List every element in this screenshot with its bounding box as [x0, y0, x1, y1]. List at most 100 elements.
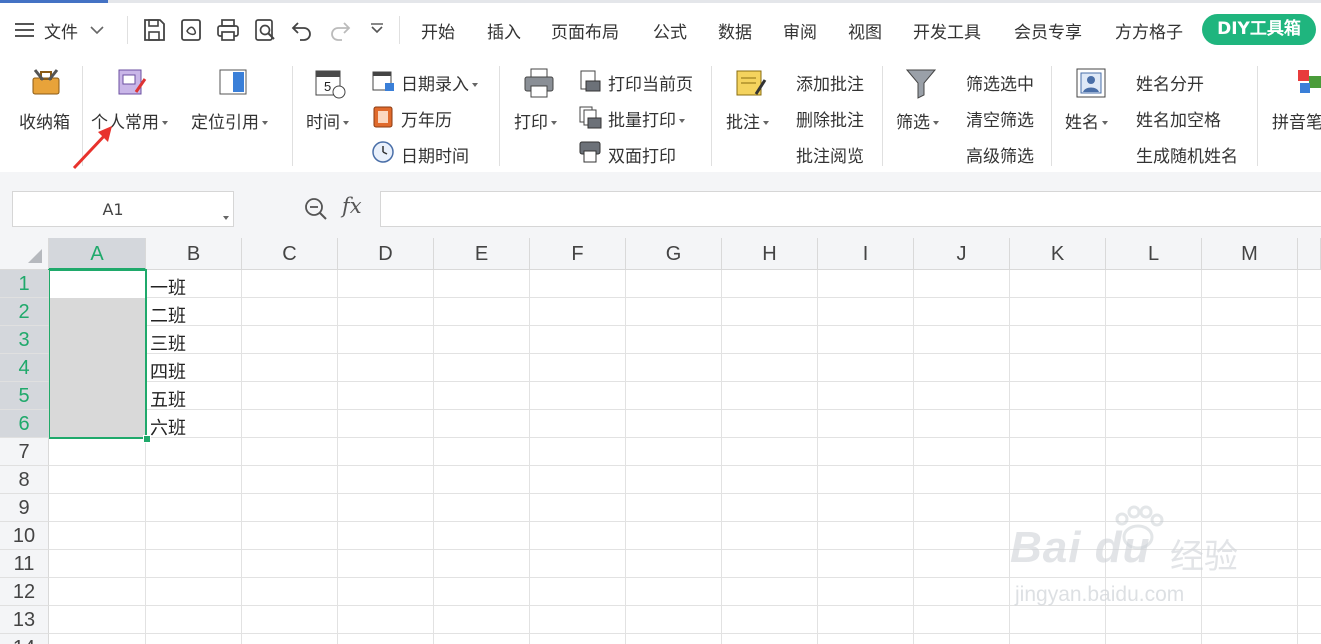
undo-icon[interactable]: [289, 17, 315, 43]
print-current-page-icon[interactable]: [578, 69, 602, 93]
duplex-print-button[interactable]: 双面打印: [608, 142, 676, 167]
view-comment-button[interactable]: 批注阅览: [796, 142, 864, 167]
redo-icon[interactable]: [327, 17, 353, 43]
row-header-9[interactable]: 9: [0, 494, 49, 522]
save-icon[interactable]: [141, 17, 167, 43]
column-header-d[interactable]: D: [338, 238, 434, 270]
row-header-7[interactable]: 7: [0, 438, 49, 466]
export-pdf-icon[interactable]: [178, 17, 204, 43]
date-entry-button[interactable]: 日期录入: [401, 70, 478, 95]
calendar-time-icon[interactable]: 5: [313, 66, 347, 100]
column-header-j[interactable]: J: [914, 238, 1010, 270]
tab-review[interactable]: 审阅: [783, 18, 817, 43]
name-button[interactable]: 姓名: [1065, 108, 1108, 133]
row-header-12[interactable]: 12: [0, 578, 49, 606]
tab-formulas[interactable]: 公式: [653, 18, 687, 43]
tab-developer[interactable]: 开发工具: [913, 18, 981, 43]
cell-b5[interactable]: 五班: [150, 386, 186, 412]
column-header-n[interactable]: [1298, 238, 1321, 270]
file-menu[interactable]: 文件: [14, 14, 106, 46]
clear-filter-button[interactable]: 清空筛选: [966, 106, 1034, 131]
clock-icon[interactable]: [371, 140, 395, 164]
toolbox-icon[interactable]: [30, 66, 62, 98]
column-header-e[interactable]: E: [434, 238, 530, 270]
random-name-button[interactable]: 生成随机姓名: [1136, 142, 1238, 167]
print-button[interactable]: 打印: [514, 108, 557, 133]
cell-b6[interactable]: 六班: [150, 414, 186, 440]
column-header-l[interactable]: L: [1106, 238, 1202, 270]
batch-print-icon[interactable]: [578, 105, 602, 129]
comment-icon[interactable]: [734, 66, 768, 100]
locate-reference-icon[interactable]: [217, 66, 249, 98]
column-header-a[interactable]: A: [49, 238, 146, 270]
row-header-13[interactable]: 13: [0, 606, 49, 634]
cell-b3[interactable]: 三班: [150, 330, 186, 356]
tab-insert[interactable]: 插入: [487, 18, 521, 43]
datetime-button[interactable]: 日期时间: [401, 142, 469, 167]
cell-b1[interactable]: 一班: [150, 274, 186, 300]
row-header-11[interactable]: 11: [0, 550, 49, 578]
tab-diy-toolbox[interactable]: DIY工具箱: [1202, 14, 1316, 45]
name-box[interactable]: A1: [12, 191, 234, 227]
row-header-8[interactable]: 8: [0, 466, 49, 494]
tab-home[interactable]: 开始: [421, 18, 455, 43]
tab-member[interactable]: 会员专享: [1014, 18, 1082, 43]
contact-card-icon[interactable]: [1074, 66, 1108, 100]
date-entry-icon[interactable]: [371, 69, 395, 93]
column-header-c[interactable]: C: [242, 238, 338, 270]
row-header-14[interactable]: 14: [0, 634, 49, 644]
personal-tools-icon[interactable]: [116, 66, 148, 98]
tab-fangfang[interactable]: 方方格子: [1115, 18, 1183, 43]
filter-selected-button[interactable]: 筛选选中: [966, 70, 1034, 95]
filter-icon[interactable]: [904, 66, 938, 100]
column-header-g[interactable]: G: [626, 238, 722, 270]
tab-page-layout[interactable]: 页面布局: [551, 18, 619, 43]
advanced-filter-button[interactable]: 高级筛选: [966, 142, 1034, 167]
print-icon[interactable]: [522, 66, 556, 100]
select-all-corner[interactable]: [0, 238, 49, 270]
tab-view[interactable]: 视图: [848, 18, 882, 43]
comment-button[interactable]: 批注: [726, 108, 769, 133]
toolbox-button[interactable]: 收纳箱: [19, 108, 70, 133]
row-header-6[interactable]: 6: [0, 410, 49, 438]
printer-icon[interactable]: [215, 17, 241, 43]
column-header-k[interactable]: K: [1010, 238, 1106, 270]
customize-toolbar-icon[interactable]: [367, 22, 387, 38]
batch-print-button[interactable]: 批量打印: [608, 106, 685, 131]
column-header-m[interactable]: M: [1202, 238, 1298, 270]
caret-down-icon[interactable]: [220, 207, 229, 226]
tab-data[interactable]: 数据: [718, 18, 752, 43]
print-current-page-button[interactable]: 打印当前页: [608, 70, 693, 95]
pinyin-icon[interactable]: [1296, 66, 1321, 100]
name-add-space-button[interactable]: 姓名加空格: [1136, 106, 1221, 131]
zoom-icon[interactable]: [303, 196, 329, 222]
print-preview-icon[interactable]: [252, 17, 278, 43]
filter-button[interactable]: 筛选: [896, 108, 939, 133]
row-header-2[interactable]: 2: [0, 298, 49, 326]
delete-comment-button[interactable]: 删除批注: [796, 106, 864, 131]
duplex-print-icon[interactable]: [578, 140, 602, 164]
hamburger-icon[interactable]: [14, 21, 36, 39]
split-name-button[interactable]: 姓名分开: [1136, 70, 1204, 95]
fx-button[interactable]: fx: [342, 194, 362, 218]
add-comment-button[interactable]: 添加批注: [796, 70, 864, 95]
row-header-10[interactable]: 10: [0, 522, 49, 550]
formula-input[interactable]: [380, 191, 1321, 227]
row-header-3[interactable]: 3: [0, 326, 49, 354]
perpetual-calendar-icon[interactable]: [371, 105, 395, 129]
row-header-4[interactable]: 4: [0, 354, 49, 382]
cell-b4[interactable]: 四班: [150, 358, 186, 384]
locate-reference-button[interactable]: 定位引用: [191, 108, 268, 133]
column-header-b[interactable]: B: [146, 238, 242, 270]
chevron-down-icon[interactable]: [88, 24, 106, 36]
perpetual-calendar-button[interactable]: 万年历: [401, 106, 452, 131]
file-menu-label[interactable]: 文件: [44, 18, 78, 43]
time-button[interactable]: 时间: [306, 108, 349, 133]
column-header-h[interactable]: H: [722, 238, 818, 270]
column-header-f[interactable]: F: [530, 238, 626, 270]
column-header-i[interactable]: I: [818, 238, 914, 270]
pinyin-button[interactable]: 拼音笔: [1272, 108, 1321, 133]
cell-b2[interactable]: 二班: [150, 302, 186, 328]
row-header-5[interactable]: 5: [0, 382, 49, 410]
row-header-1[interactable]: 1: [0, 270, 49, 298]
